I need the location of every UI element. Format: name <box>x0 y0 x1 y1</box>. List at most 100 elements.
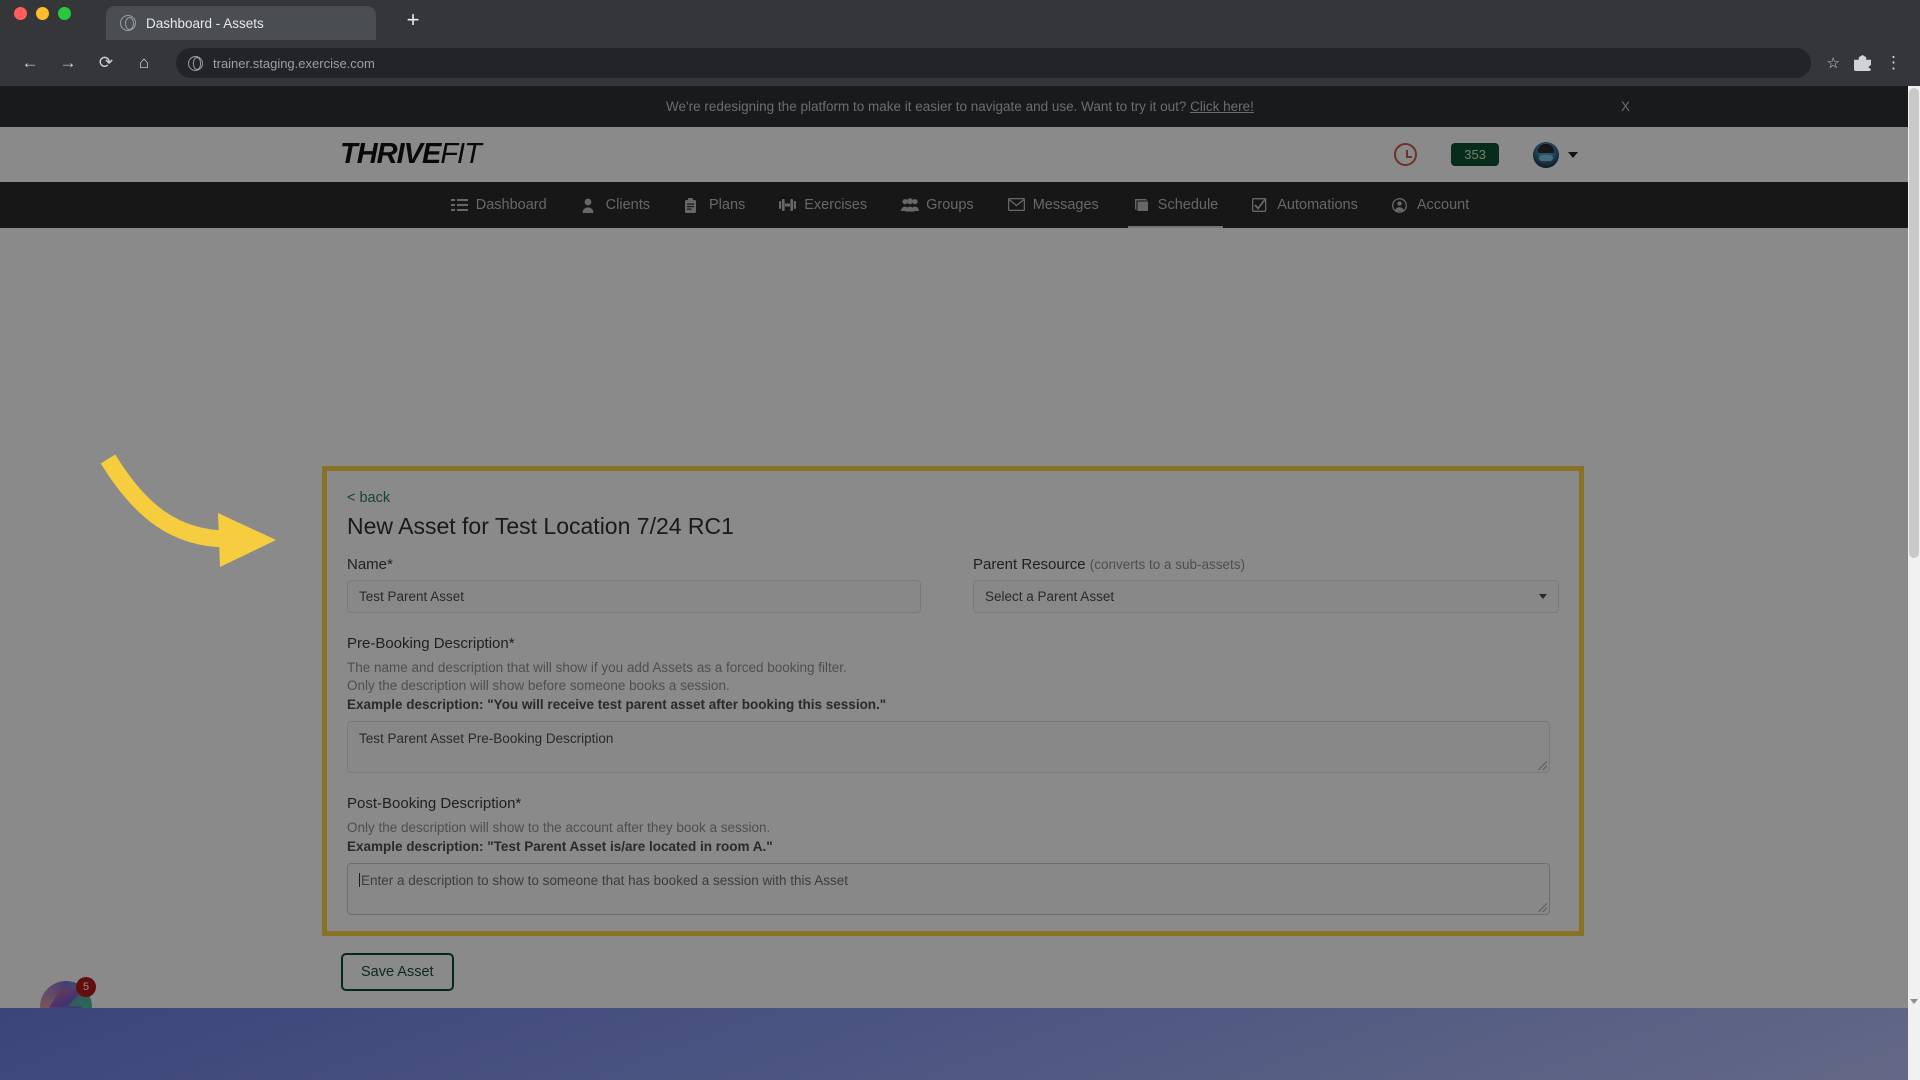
bookmark-star-icon[interactable]: ☆ <box>1827 54 1840 72</box>
name-field-group: Name* <box>347 556 953 613</box>
book-icon <box>1133 198 1150 213</box>
reload-button[interactable]: ⟳ <box>90 47 122 79</box>
list-icon <box>450 198 468 213</box>
chevron-down-icon <box>1568 151 1578 158</box>
chevron-down-icon <box>1539 594 1547 599</box>
notice-close-button[interactable]: X <box>1621 99 1630 114</box>
clock-icon[interactable] <box>1394 143 1418 166</box>
nav-label: Clients <box>605 197 650 213</box>
thrivefit-logo[interactable]: THRIVEFIT <box>340 138 482 171</box>
resize-handle[interactable] <box>1538 903 1547 912</box>
minimize-window-button[interactable] <box>36 7 49 20</box>
nav-item-messages[interactable]: Messages <box>991 182 1116 228</box>
extensions-puzzle-icon[interactable] <box>1854 55 1871 71</box>
text-cursor <box>359 873 360 887</box>
forward-button[interactable]: → <box>52 47 84 79</box>
logo-thrive: THRIVE <box>340 138 441 170</box>
logo-fit: FIT <box>440 138 481 170</box>
notice-click-here-link[interactable]: Click here! <box>1190 99 1254 114</box>
parent-resource-label-text: Parent Resource <box>973 556 1090 573</box>
maximize-window-button[interactable] <box>58 7 71 20</box>
main-navigation: Dashboard Clients Plans Exercises Groups… <box>0 182 1920 228</box>
nav-label: Schedule <box>1157 197 1219 213</box>
post-booking-group: Post-Booking Description* Only the descr… <box>347 795 1559 915</box>
browser-tab[interactable]: Dashboard - Assets <box>106 6 376 40</box>
close-window-button[interactable] <box>14 7 27 20</box>
pre-booking-group: Pre-Booking Description* The name and de… <box>347 635 1559 773</box>
envelope-icon <box>1007 197 1025 213</box>
nav-item-account[interactable]: Account <box>1375 182 1486 228</box>
post-booking-textarea[interactable]: Enter a description to show to someone t… <box>347 863 1550 915</box>
post-booking-desc-1: Only the description will show to the ac… <box>347 820 771 835</box>
resize-handle[interactable] <box>1538 761 1547 770</box>
dumbbell-icon <box>779 198 797 213</box>
address-bar[interactable]: trainer.staging.exercise.com <box>176 48 1811 78</box>
credits-badge[interactable]: 353 <box>1451 143 1499 166</box>
browser-chrome: Dashboard - Assets + ← → ⟳ ⌂ trainer.sta… <box>0 0 1920 86</box>
nav-item-automations[interactable]: Automations <box>1235 182 1375 228</box>
nav-label: Exercises <box>804 197 868 213</box>
pre-booking-example: Example description: "You will receive t… <box>347 697 887 712</box>
redesign-notice-banner: We're redesigning the platform to make i… <box>0 86 1920 127</box>
notification-count-badge: 5 <box>76 977 96 997</box>
new-asset-form-card: < back New Asset for Test Location 7/24 … <box>322 466 1584 936</box>
back-button[interactable]: ← <box>14 47 46 79</box>
globe-icon <box>188 55 203 71</box>
nav-label: Account <box>1416 197 1470 213</box>
nav-item-dashboard[interactable]: Dashboard <box>434 182 564 228</box>
clipboard-icon <box>684 197 701 213</box>
group-icon <box>901 197 920 213</box>
name-input[interactable] <box>347 580 921 613</box>
save-asset-button[interactable]: Save Asset <box>341 953 454 991</box>
account-circle-icon <box>1391 197 1409 213</box>
name-field-label: Name* <box>347 556 393 573</box>
scrollbar-thumb[interactable] <box>1909 88 1919 558</box>
page-title: New Asset for Test Location 7/24 RC1 <box>347 513 734 539</box>
nav-item-schedule[interactable]: Schedule <box>1116 182 1235 228</box>
address-bar-url: trainer.staging.exercise.com <box>213 55 375 71</box>
pre-booking-desc-2: Only the description will show before so… <box>347 678 730 693</box>
parent-resource-selected-value: Select a Parent Asset <box>985 589 1115 604</box>
account-menu[interactable] <box>1533 141 1578 168</box>
card-body: < back New Asset for Test Location 7/24 … <box>327 471 1579 915</box>
top-fields-row: Name* Parent Resource (converts to a sub… <box>347 556 1559 613</box>
window-traffic-lights[interactable] <box>14 7 71 20</box>
notice-text: We're redesigning the platform to make i… <box>666 99 1254 114</box>
browser-tabstrip: Dashboard - Assets + <box>0 0 1920 40</box>
post-booking-label: Post-Booking Description* <box>347 795 522 812</box>
nav-label: Dashboard <box>475 197 547 213</box>
back-link[interactable]: < back <box>347 490 390 506</box>
parent-resource-group: Parent Resource (converts to a sub-asset… <box>953 556 1559 613</box>
annotation-arrow <box>100 454 276 567</box>
header-right-group: 353 <box>1394 141 1578 168</box>
pre-booking-desc-1: The name and description that will show … <box>347 660 847 675</box>
nav-label: Plans <box>708 197 746 213</box>
site-header: THRIVEFIT 353 <box>0 127 1920 182</box>
page-viewport: We're redesigning the platform to make i… <box>0 86 1920 1080</box>
browser-tab-title: Dashboard - Assets <box>146 15 264 31</box>
nav-item-clients[interactable]: Clients <box>564 182 667 228</box>
post-booking-example: Example description: "Test Parent Asset … <box>347 839 773 854</box>
parent-resource-label: Parent Resource (converts to a sub-asset… <box>973 556 1559 573</box>
nav-label: Groups <box>926 197 974 213</box>
globe-icon <box>120 15 136 31</box>
browser-menu-icon[interactable]: ⋮ <box>1885 54 1902 71</box>
nav-item-groups[interactable]: Groups <box>884 182 991 228</box>
person-icon <box>581 198 598 213</box>
checkbox-icon <box>1252 197 1269 213</box>
toolbar-right-actions: ☆ ⋮ <box>1827 54 1906 72</box>
nav-item-exercises[interactable]: Exercises <box>762 182 884 228</box>
parent-resource-select[interactable]: Select a Parent Asset <box>973 580 1559 613</box>
nav-label: Automations <box>1277 197 1358 213</box>
notice-message: We're redesigning the platform to make i… <box>666 99 1191 114</box>
nav-label: Messages <box>1032 197 1099 213</box>
new-tab-button[interactable]: + <box>396 5 430 39</box>
nav-item-plans[interactable]: Plans <box>667 182 762 228</box>
page-scrollbar[interactable] <box>1908 86 1920 1080</box>
pre-booking-textarea[interactable]: Test Parent Asset Pre-Booking Descriptio… <box>347 721 1550 773</box>
pre-booking-textarea-value: Test Parent Asset Pre-Booking Descriptio… <box>359 731 614 746</box>
desktop-wallpaper <box>0 1008 1920 1080</box>
home-button[interactable]: ⌂ <box>128 47 160 79</box>
post-booking-placeholder: Enter a description to show to someone t… <box>361 873 849 888</box>
scroll-down-arrow-icon[interactable] <box>1910 999 1918 1004</box>
